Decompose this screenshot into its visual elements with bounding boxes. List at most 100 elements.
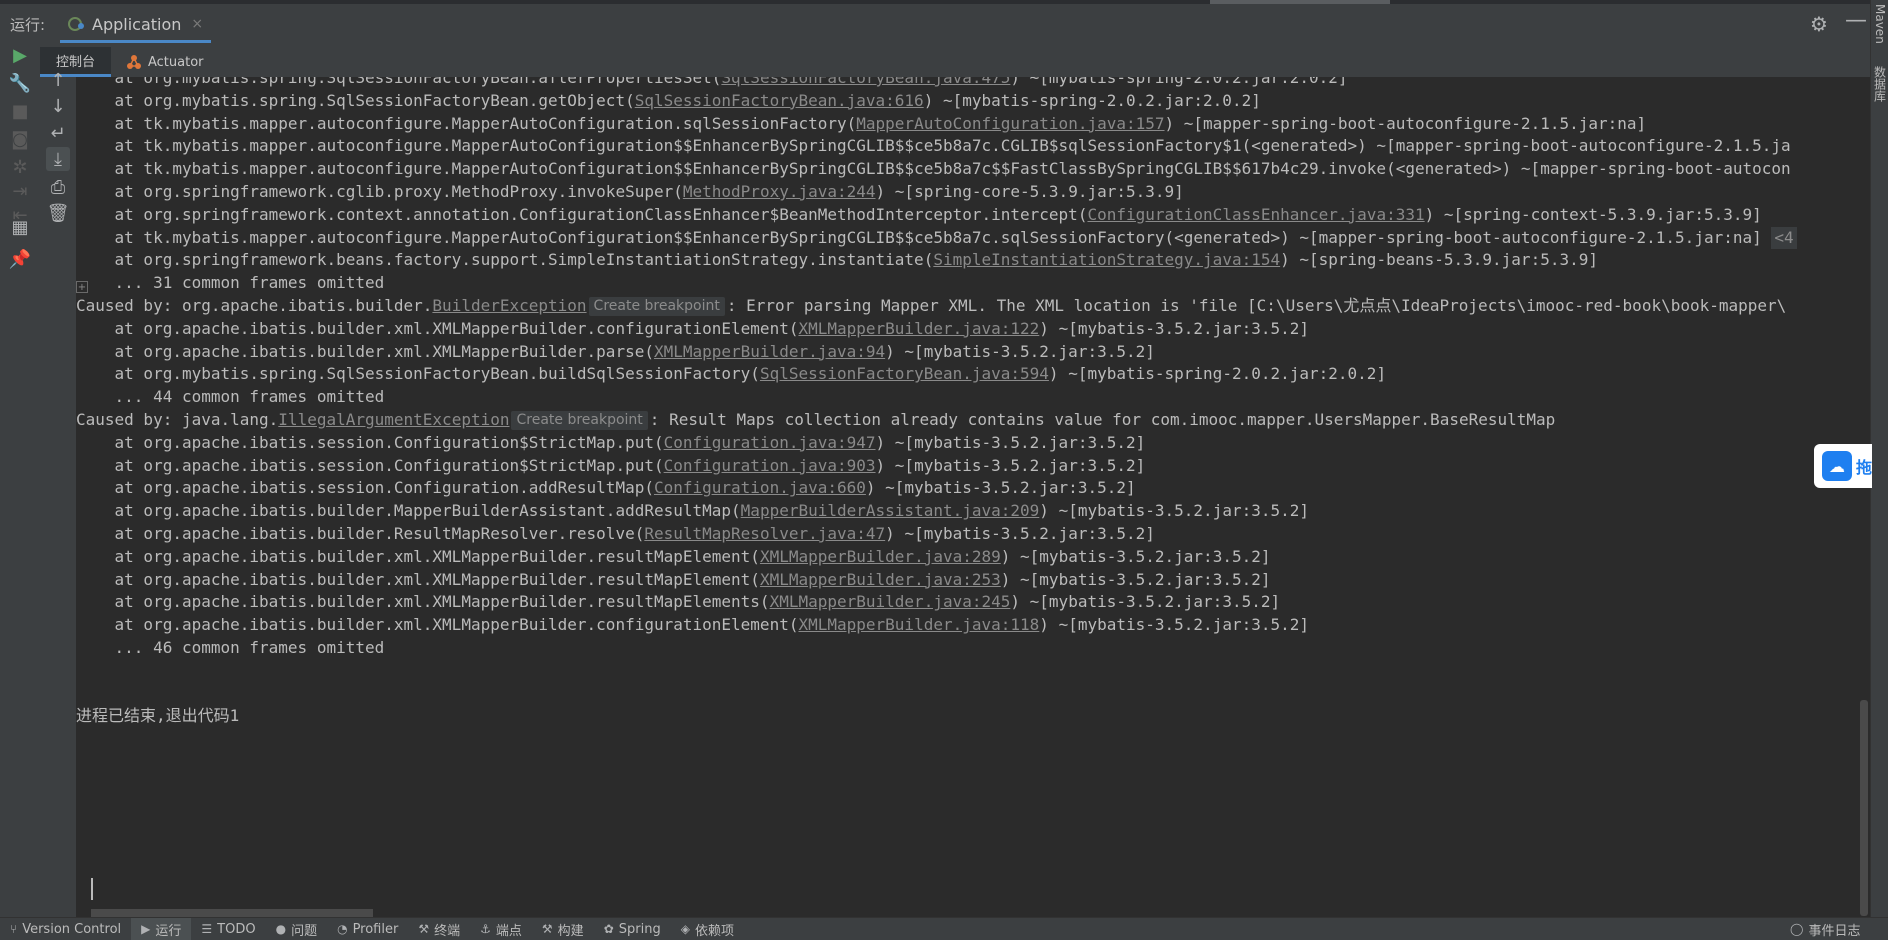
source-link[interactable]: XMLMapperBuilder.java:253 xyxy=(760,570,1001,589)
console-text: at org.apache.ibatis.builder.xml.XMLMapp… xyxy=(76,592,770,612)
toolwindow-label: TODO xyxy=(217,921,256,937)
toolwindow-problems[interactable]: ● 问题 xyxy=(266,918,328,940)
source-link[interactable]: XMLMapperBuilder.java:118 xyxy=(798,615,1039,634)
console-text: ) ~[mybatis-spring-2.0.2.jar:2.0.2] xyxy=(1010,77,1348,87)
console-text: at org.springframework.beans.factory.sup… xyxy=(76,250,934,270)
source-link[interactable]: ResultMapResolver.java:47 xyxy=(644,524,885,543)
source-link[interactable]: MethodProxy.java:244 xyxy=(683,182,876,201)
console-line: at org.apache.ibatis.builder.xml.XMLMapp… xyxy=(76,614,1309,636)
source-link[interactable]: ConfigurationClassEnhancer.java:331 xyxy=(1087,205,1424,224)
toolwindow-version-control[interactable]: ⑂ Version Control xyxy=(0,918,131,940)
editor-scroll-strip xyxy=(0,0,1870,4)
create-breakpoint-button[interactable]: Create breakpoint xyxy=(511,411,648,430)
console-text: ) ~[mybatis-3.5.2.jar:3.5.2] xyxy=(875,432,1146,452)
cloud-icon: ☁ xyxy=(1822,451,1852,481)
console-text: at tk.mybatis.mapper.autoconfigure.Mappe… xyxy=(76,113,857,133)
console-text: ) ~[mybatis-3.5.2.jar:3.5.2] xyxy=(1010,592,1281,612)
toolwindow-build[interactable]: ⚒ 构建 xyxy=(532,918,594,940)
tab-title: Application xyxy=(92,14,182,34)
debug-gear-icon[interactable]: ✲ xyxy=(10,157,30,178)
console-text: ) ~[mybatis-spring-2.0.2.jar:2.0.2] xyxy=(923,90,1261,110)
toolwindow-label: 终端 xyxy=(434,923,461,939)
source-link[interactable]: SqlSessionFactoryBean.java:616 xyxy=(635,91,924,110)
console-text: at org.apache.ibatis.builder.xml.XMLMapp… xyxy=(76,546,760,566)
arrow-down-icon[interactable]: ↓ xyxy=(46,94,70,118)
baidu-netdisk-float-button[interactable]: ☁ 拖 xyxy=(1814,444,1872,488)
login-icon[interactable]: ⇥ xyxy=(10,181,30,202)
create-breakpoint-button[interactable]: Create breakpoint xyxy=(588,297,725,316)
event-log-button[interactable]: ◯ 事件日志 xyxy=(1780,918,1870,940)
source-link[interactable]: Configuration.java:903 xyxy=(664,456,876,475)
tab-actuator[interactable]: Actuator xyxy=(126,47,204,77)
console-text: ) ~[spring-beans-5.3.9.jar:5.3.9] xyxy=(1280,250,1598,270)
console-text: at tk.mybatis.mapper.autoconfigure.Mappe… xyxy=(76,227,1772,247)
console-text: : Result Maps collection already contain… xyxy=(649,410,1556,429)
vertical-scrollbar[interactable] xyxy=(1860,700,1868,916)
console-line: ... 31 common frames omitted xyxy=(76,272,385,294)
gear-icon[interactable]: ⚙ xyxy=(1810,12,1828,36)
stop-icon[interactable]: ■ xyxy=(10,101,30,122)
source-link[interactable]: XMLMapperBuilder.java:289 xyxy=(760,547,1001,566)
source-link[interactable]: SqlSessionFactoryBean.java:594 xyxy=(760,364,1049,383)
trash-icon[interactable]: 🗑 xyxy=(46,201,70,225)
source-link[interactable]: MapperBuilderAssistant.java:209 xyxy=(741,501,1040,520)
console-text: ) ~[mybatis-3.5.2.jar:3.5.2] xyxy=(885,524,1155,543)
console-text: ) ~[mybatis-3.5.2.jar:3.5.2] xyxy=(1039,615,1310,635)
source-link[interactable]: BuilderException xyxy=(432,296,586,315)
toolwindow-endpoints[interactable]: ⚓ 端点 xyxy=(470,918,532,940)
source-link[interactable]: XMLMapperBuilder.java:94 xyxy=(654,342,885,361)
console-text: at org.apache.ibatis.session.Configurati… xyxy=(76,478,654,498)
console-line: at tk.mybatis.mapper.autoconfigure.Mappe… xyxy=(76,113,1647,135)
close-icon[interactable]: × xyxy=(191,16,203,32)
rerun-icon[interactable]: ▶ xyxy=(10,45,30,66)
arrow-up-icon[interactable]: ↑ xyxy=(46,68,70,92)
console-text: at org.apache.ibatis.builder.xml.XMLMapp… xyxy=(76,341,654,361)
console-text: at tk.mybatis.mapper.autoconfigure.Mappe… xyxy=(76,136,1791,156)
console-text: at org.mybatis.spring.SqlSessionFactoryB… xyxy=(76,90,635,110)
toolwindow-label: 问题 xyxy=(291,923,318,939)
editor-scroll-thumb[interactable] xyxy=(1210,0,1390,4)
text-cursor xyxy=(91,878,93,900)
source-link[interactable]: MapperAutoConfiguration.java:157 xyxy=(856,114,1164,133)
source-link[interactable]: IllegalArgumentException xyxy=(278,410,509,429)
maven-tab[interactable]: Maven xyxy=(1871,4,1888,44)
source-link[interactable]: XMLMapperBuilder.java:122 xyxy=(798,319,1039,338)
scroll-to-end-icon[interactable]: ⤓ xyxy=(46,147,70,171)
horizontal-scrollbar[interactable] xyxy=(91,909,373,917)
toolwindow-profiler[interactable]: ◔ Profiler xyxy=(327,918,408,940)
console-text: at org.apache.ibatis.builder.xml.XMLMapp… xyxy=(76,615,799,635)
pin-icon[interactable]: 📌 xyxy=(9,249,31,270)
console-text: ) ~[spring-core-5.3.9.jar:5.3.9] xyxy=(875,182,1184,201)
minimize-icon[interactable]: — xyxy=(1845,8,1867,33)
console-line: at org.apache.ibatis.session.Configurati… xyxy=(76,477,1136,499)
source-link[interactable]: XMLMapperBuilder.java:245 xyxy=(770,592,1011,611)
fold-expand-icon[interactable]: + xyxy=(76,281,88,293)
more-frames-toggle[interactable]: <4 xyxy=(1771,226,1797,249)
console-text: : Error parsing Mapper XML. The XML loca… xyxy=(726,296,1787,315)
console-text: at org.apache.ibatis.session.Configurati… xyxy=(76,432,664,452)
search-icon: ◯ xyxy=(1790,922,1804,936)
console-output[interactable]: at org.mybatis.spring.SqlSessionFactoryB… xyxy=(76,77,1870,917)
camera-icon[interactable]: ◙ xyxy=(10,129,30,150)
source-link[interactable]: Configuration.java:660 xyxy=(654,478,866,497)
source-link[interactable]: SqlSessionFactoryBean.java:475 xyxy=(721,77,1010,87)
toolwindow-dependencies[interactable]: ◈ 依赖项 xyxy=(671,918,744,940)
toolwindow-build-output[interactable]: ⚒ 终端 xyxy=(408,918,470,940)
console-line: at org.apache.ibatis.session.Configurati… xyxy=(76,455,1146,477)
layout-icon[interactable]: ▦ xyxy=(10,217,30,238)
print-icon[interactable]: ⎙ xyxy=(46,175,70,199)
toolwindow-todo[interactable]: ☰ TODO xyxy=(191,918,265,940)
console-text: at org.mybatis.spring.SqlSessionFactoryB… xyxy=(76,364,760,384)
toolwindow-spring[interactable]: ✿ Spring xyxy=(594,918,671,940)
source-link[interactable]: Configuration.java:947 xyxy=(664,433,876,452)
database-tab[interactable]: 数据库 xyxy=(1871,66,1888,102)
toolwindow-label: 运行 xyxy=(155,923,182,939)
wrench-icon[interactable]: 🔧 xyxy=(9,73,31,94)
console-line: at org.mybatis.spring.SqlSessionFactoryB… xyxy=(76,363,1387,385)
console-text: Caused by: java.lang. xyxy=(76,410,279,429)
soft-wrap-icon[interactable]: ↵ xyxy=(46,121,70,145)
source-link[interactable]: SimpleInstantiationStrategy.java:154 xyxy=(933,250,1280,269)
toolwindow-run[interactable]: ▶ 运行 xyxy=(131,918,192,940)
tab-application[interactable]: Application × xyxy=(60,8,212,43)
toolwindow-label: 依赖项 xyxy=(694,923,734,939)
